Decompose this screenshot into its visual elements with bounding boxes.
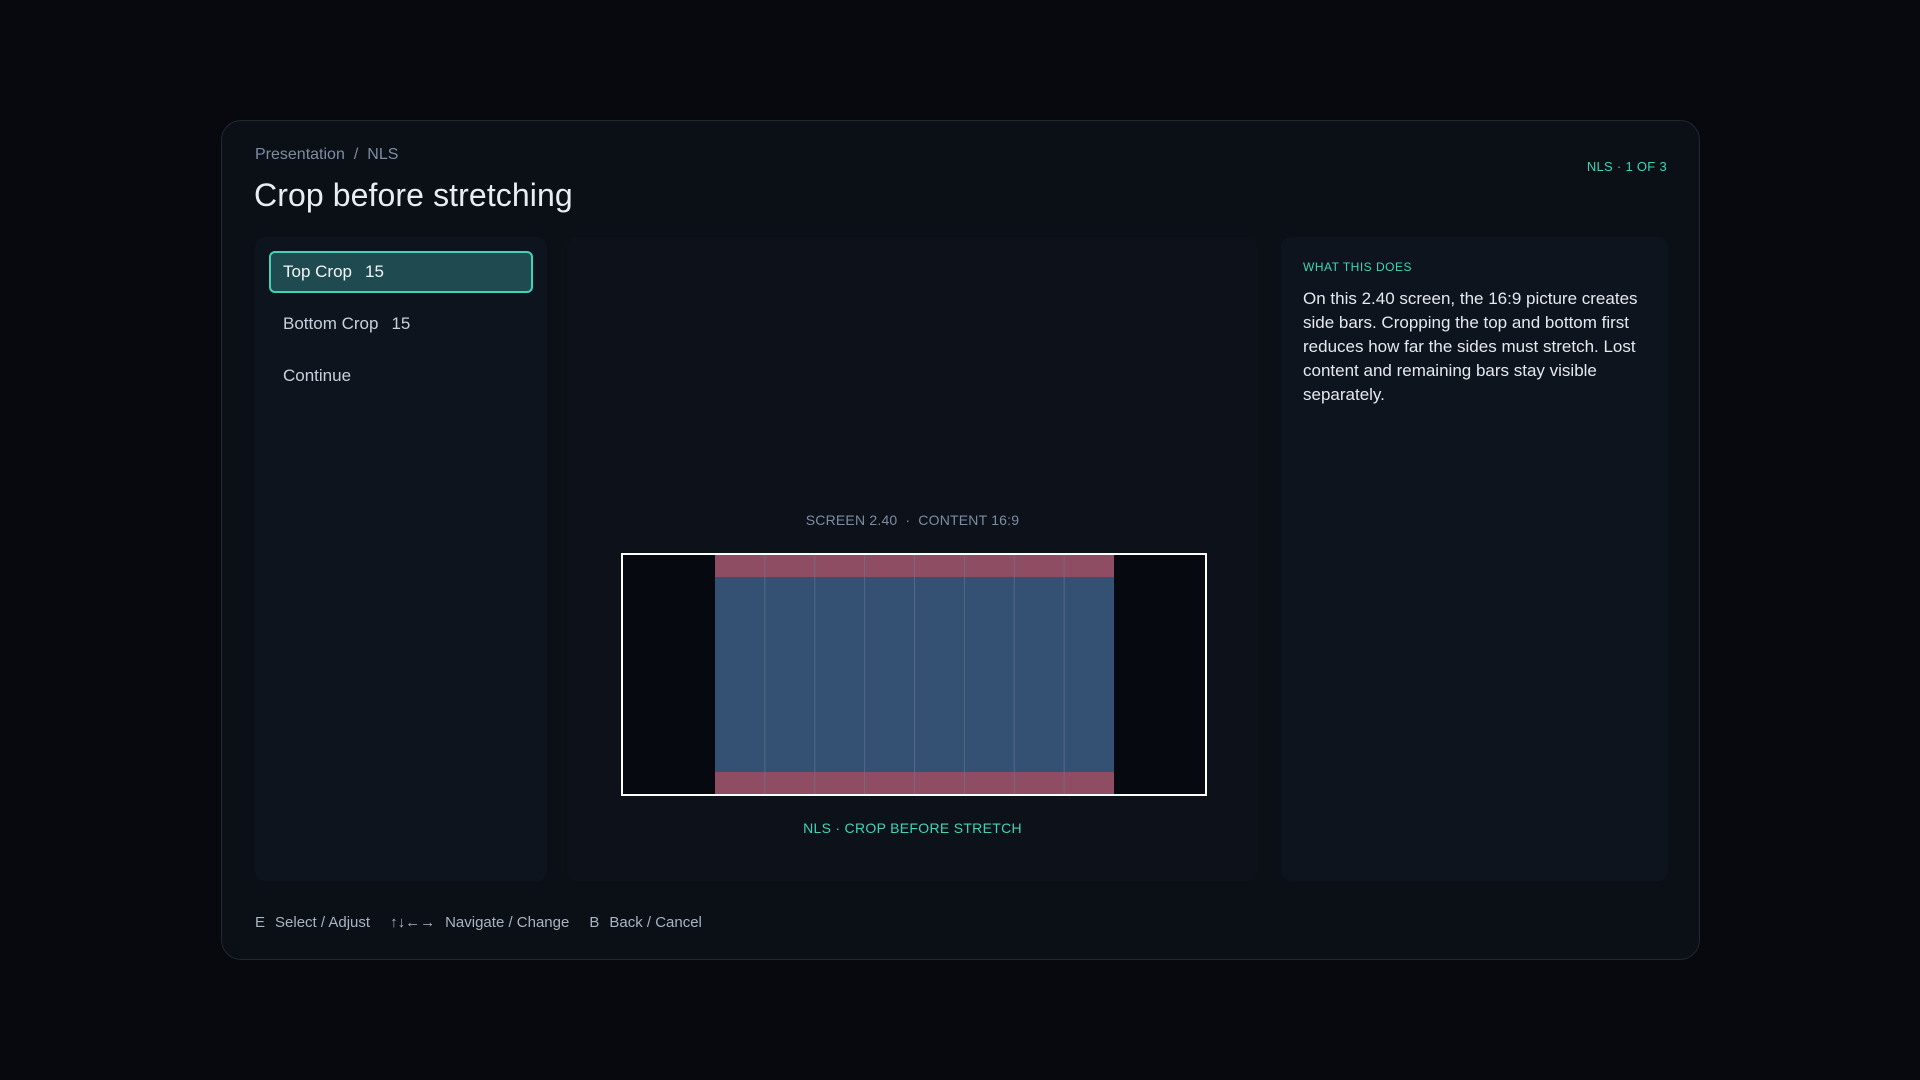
content-aspect-label: CONTENT 16:9: [918, 512, 1020, 528]
page-counter: NLS · 1 OF 3: [1586, 159, 1667, 174]
settings-dialog: Presentation / NLS Crop before stretching …: [221, 120, 1700, 960]
info-description: On this 2.40 screen, the 16:9 picture cr…: [1303, 289, 1638, 404]
breadcrumb: Presentation / NLS: [255, 146, 398, 164]
caption-separator: ·: [905, 512, 911, 528]
menu-item-value: 15: [391, 314, 411, 333]
menu-item-label: Bottom Crop: [283, 314, 379, 333]
info-heading: WHAT THIS DOES: [1303, 260, 1413, 274]
breadcrumb-separator: /: [353, 146, 359, 163]
preview-caption: SCREEN 2.40 · CONTENT 16:9: [567, 512, 1258, 528]
breadcrumb-current: NLS: [367, 146, 399, 163]
screen-preview: [621, 553, 1207, 796]
options-menu: Top Crop 15 Bottom Crop 15 Continue: [255, 237, 547, 881]
arrow-keys-icon: ↑↓←→: [390, 914, 436, 931]
hint-back: B Back / Cancel: [589, 914, 702, 931]
hint-navigate: ↑↓←→ Navigate / Change: [390, 914, 569, 931]
preview-panel: SCREEN 2.40 · CONTENT 16:9 NLS · CROP BEFO…: [567, 237, 1258, 881]
hint-select: E Select / Adjust: [255, 914, 370, 931]
hint-label: Select / Adjust: [275, 914, 371, 931]
hint-label: Back / Cancel: [609, 914, 702, 931]
key-b-icon: B: [589, 914, 600, 931]
menu-item-top-crop[interactable]: Top Crop 15: [269, 251, 533, 293]
preview-mode-label: NLS · CROP BEFORE STRETCH: [803, 820, 1022, 836]
breadcrumb-parent[interactable]: Presentation: [255, 146, 345, 163]
page-title: Crop before stretching: [254, 177, 573, 213]
menu-item-label: Top Crop: [283, 262, 352, 281]
hint-label: Navigate / Change: [445, 914, 570, 931]
key-e-icon: E: [255, 914, 266, 931]
screen-aspect-label: SCREEN 2.40: [805, 512, 898, 528]
info-panel: WHAT THIS DOES On this 2.40 screen, the …: [1281, 237, 1668, 881]
menu-item-label: Continue: [283, 366, 352, 385]
menu-item-value: 15: [364, 262, 384, 281]
menu-item-bottom-crop[interactable]: Bottom Crop 15: [269, 303, 533, 345]
menu-item-continue[interactable]: Continue: [269, 355, 533, 397]
footer-hints: E Select / Adjust ↑↓←→ Navigate / Change…: [255, 914, 722, 931]
crop-preview-graphic: [623, 555, 1205, 794]
